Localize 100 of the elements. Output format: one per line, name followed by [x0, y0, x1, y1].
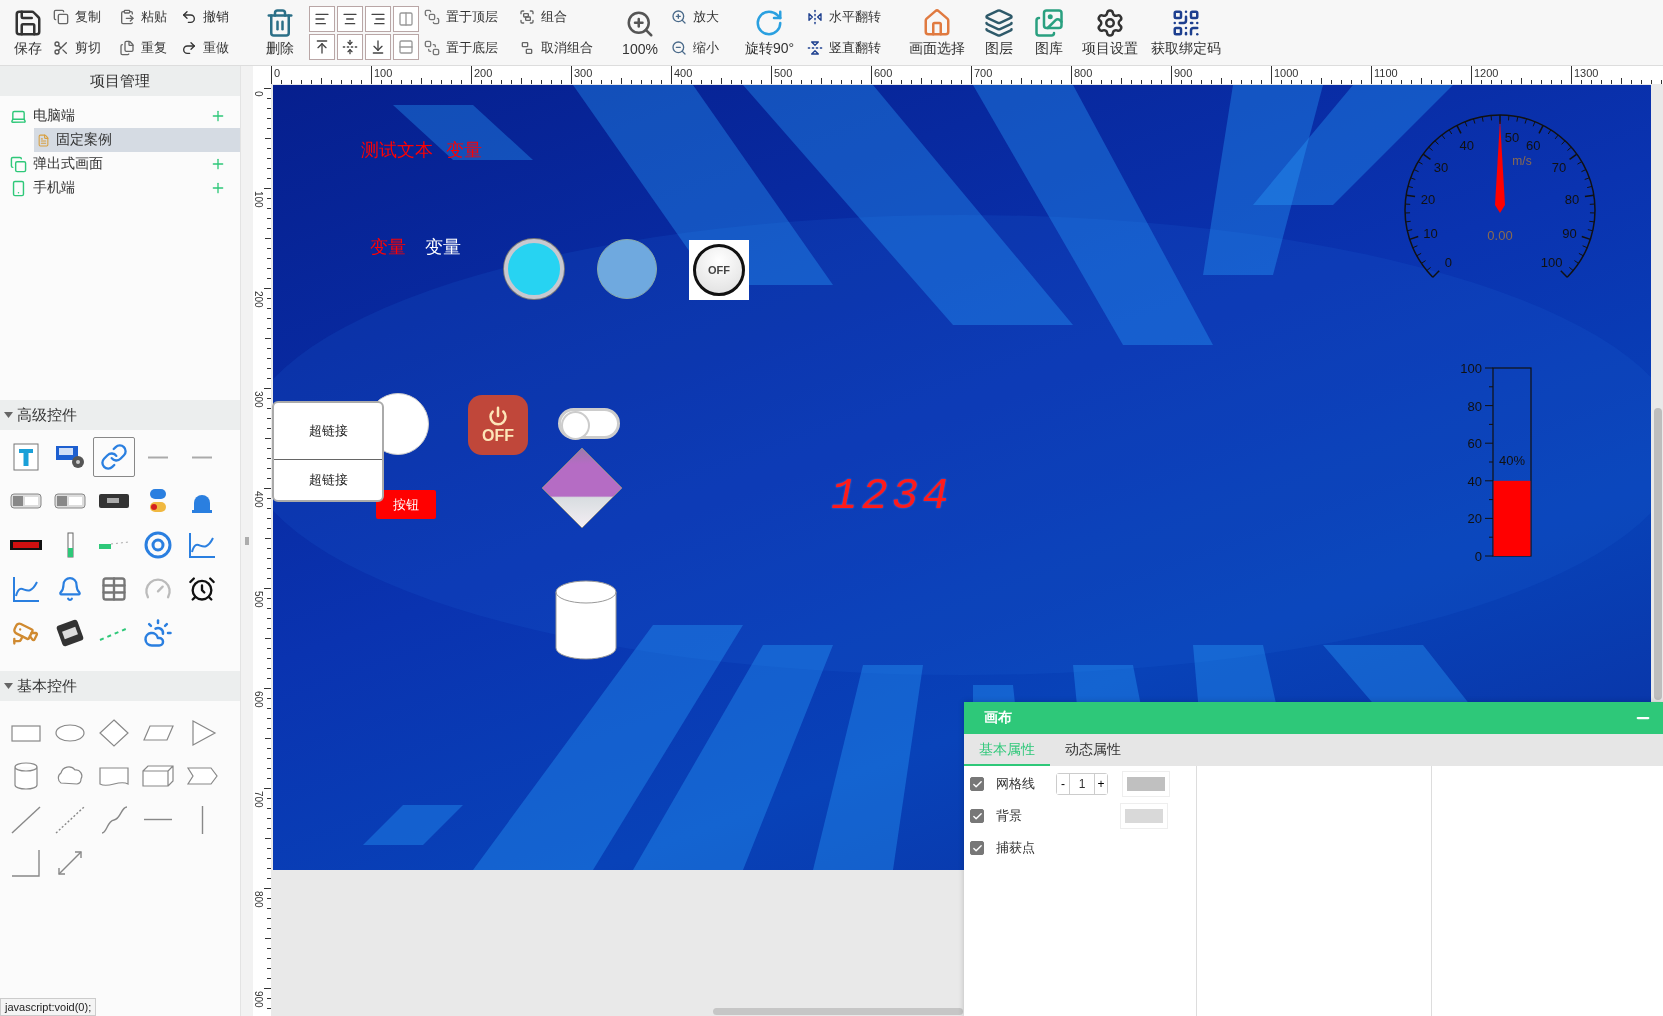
- ruler-label: 0: [253, 91, 264, 97]
- tank-reading: 40%: [1499, 452, 1525, 468]
- add-icon[interactable]: [210, 156, 226, 172]
- toolbar-button[interactable]: 重复: [117, 36, 169, 59]
- paste-icon: [119, 9, 135, 26]
- ruler-label: 100: [374, 67, 393, 79]
- table-icon: [100, 575, 128, 603]
- ruler-label: 300: [574, 67, 593, 79]
- indicator-lamp: [597, 239, 657, 299]
- checkbox[interactable]: [970, 841, 984, 855]
- tank-scale-label: 40: [1467, 473, 1482, 489]
- add-icon[interactable]: [210, 108, 226, 124]
- toolbar-button[interactable]: 重做: [179, 36, 231, 59]
- toolbar-button[interactable]: 放大: [669, 6, 721, 29]
- canvas-text: 测试文本: [361, 139, 433, 162]
- ruler-label: 200: [474, 67, 493, 79]
- settings-icon: [1095, 7, 1125, 38]
- align-button[interactable]: [364, 5, 391, 32]
- tank-scale-label: 20: [1467, 511, 1482, 527]
- canvas-button[interactable]: 按钮: [376, 490, 436, 519]
- align-icon: [397, 10, 414, 27]
- gauge-label: 0: [1444, 254, 1452, 270]
- undo-icon: [181, 9, 197, 26]
- ruler-label: 400: [674, 67, 693, 79]
- toolbar-button[interactable]: 删除: [262, 5, 297, 60]
- power-button[interactable]: OFF: [468, 395, 528, 455]
- align-button[interactable]: [308, 5, 335, 32]
- tree-item[interactable]: 手机端: [10, 176, 240, 200]
- redo-icon: [181, 39, 197, 56]
- scrolling-text-icon: [148, 455, 168, 459]
- section-header[interactable]: 基本控件: [0, 671, 240, 701]
- color-picker[interactable]: [1122, 771, 1170, 797]
- toolbar-button[interactable]: 旋转90°: [742, 5, 797, 60]
- gauge-label: 60: [1525, 137, 1541, 153]
- toolbar-button[interactable]: 置于底层: [422, 36, 500, 59]
- copy-icon: [53, 9, 69, 26]
- scrollbar-thumb[interactable]: [1654, 408, 1662, 700]
- tab[interactable]: 动态属性: [1050, 736, 1136, 766]
- toolbar-button[interactable]: 画面选择: [906, 5, 967, 60]
- toolbar-button[interactable]: 缩小: [669, 36, 721, 59]
- toolbar-button[interactable]: 水平翻转: [805, 6, 883, 29]
- ruler-label: 800: [253, 891, 264, 908]
- toolbar-button[interactable]: 复制: [51, 6, 103, 29]
- align-button[interactable]: [308, 33, 335, 60]
- color-picker[interactable]: [1120, 803, 1168, 829]
- line-shape-icon: [9, 804, 43, 835]
- knob-switch[interactable]: OFF: [689, 240, 749, 300]
- ruler-label: 0: [274, 67, 281, 79]
- ruler-label: 900: [253, 991, 264, 1008]
- thermometer-icon: [66, 532, 74, 558]
- add-icon[interactable]: [210, 180, 226, 196]
- ruler-label: 700: [974, 67, 993, 79]
- toolbar-button[interactable]: 100%: [620, 6, 660, 59]
- gauge-label: 50: [1504, 130, 1520, 145]
- toolbar-button[interactable]: 组合: [517, 6, 569, 29]
- flip-horizontal-icon: [807, 9, 823, 26]
- toolbar-button[interactable]: 获取绑定码: [1149, 5, 1223, 60]
- gauge-label: 90: [1562, 225, 1577, 241]
- gauge-label: 30: [1433, 160, 1449, 176]
- align-button[interactable]: [364, 33, 391, 60]
- scissors-icon: [53, 39, 69, 56]
- toolbar-button[interactable]: 项目设置: [1080, 5, 1140, 60]
- toolbar-button[interactable]: 保存: [10, 5, 45, 60]
- toolbar-button[interactable]: 取消组合: [517, 36, 595, 59]
- house-icon: [921, 7, 952, 38]
- caret-icon: [4, 683, 13, 689]
- send-back-icon: [424, 39, 440, 56]
- zoom-out-icon: [671, 39, 687, 56]
- toolbar-button[interactable]: 剪切: [51, 36, 103, 59]
- tank-scale-label: 60: [1467, 436, 1482, 452]
- ruler-label: 600: [874, 67, 893, 79]
- toggle-switch[interactable]: [558, 408, 620, 439]
- toolbar-button[interactable]: 图层: [982, 5, 1016, 60]
- menu-item[interactable]: 超链接: [274, 403, 382, 459]
- menu-item[interactable]: 超链接: [274, 458, 382, 500]
- toolbar-button[interactable]: 粘贴: [117, 6, 169, 29]
- page-icon: [37, 133, 50, 147]
- gauge-label: 20: [1420, 191, 1436, 207]
- tank-scale-label: 0: [1474, 549, 1482, 564]
- tree-item[interactable]: 弹出式画面: [10, 152, 240, 176]
- property-label: 网格线: [996, 775, 1036, 793]
- checkbox[interactable]: [970, 777, 984, 791]
- scrollbar-thumb[interactable]: [713, 1008, 963, 1015]
- toolbar-button[interactable]: 撤销: [179, 6, 231, 29]
- increment-button[interactable]: +: [1095, 774, 1107, 794]
- canvas-text: 变量: [370, 236, 406, 259]
- ruler-label: 1300: [1574, 67, 1599, 79]
- align-button[interactable]: [336, 5, 363, 32]
- tree-item[interactable]: 电脑端: [10, 104, 240, 128]
- toolbar-button[interactable]: 置于顶层: [422, 6, 500, 29]
- align-button[interactable]: [336, 33, 363, 60]
- bell-icon: [57, 576, 83, 602]
- ruler-label: 1100: [1374, 67, 1398, 79]
- checkbox[interactable]: [970, 809, 984, 823]
- elbow-line-shape-icon: [9, 848, 43, 879]
- tree-item[interactable]: 固定案例: [34, 128, 240, 152]
- toolbar-button[interactable]: 竖直翻转: [805, 36, 883, 59]
- collapse-handle-icon[interactable]: [245, 537, 249, 545]
- section-header[interactable]: 高级控件: [0, 400, 240, 430]
- toolbar-button[interactable]: 图库: [1032, 5, 1066, 60]
